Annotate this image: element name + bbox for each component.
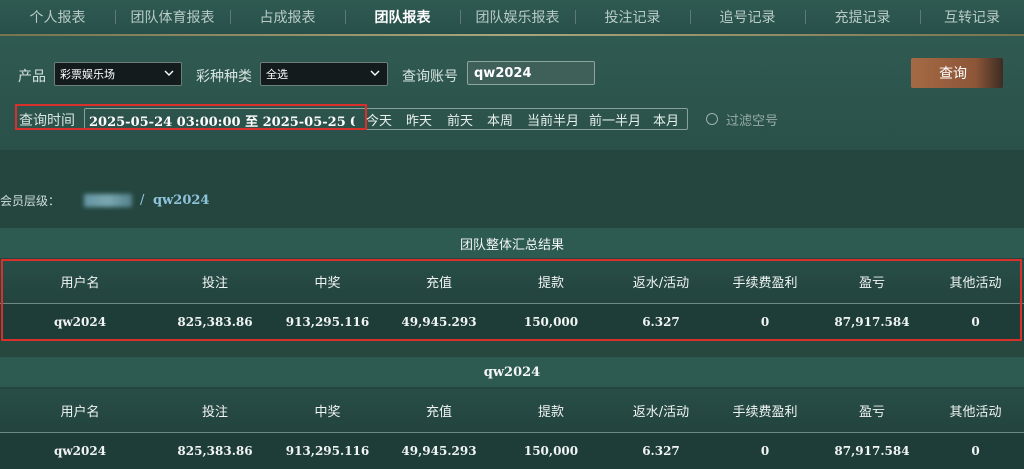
highlight-box-time bbox=[15, 104, 367, 130]
quick-date-day-before[interactable]: 前天 bbox=[447, 110, 473, 129]
lottery-type-select-value: 全选 bbox=[266, 68, 288, 81]
chevron-down-icon bbox=[370, 70, 380, 76]
detail-table-title: qw2024 bbox=[0, 357, 1024, 387]
tab-transfer-records[interactable]: 互转记录 bbox=[920, 0, 1024, 34]
breadcrumb-separator: / bbox=[140, 193, 145, 208]
tab-chase-records[interactable]: 追号记录 bbox=[690, 0, 805, 34]
tab-personal-report[interactable]: 个人报表 bbox=[0, 0, 115, 34]
quick-date-previous-half-month[interactable]: 前一半月 bbox=[589, 110, 641, 129]
filter-empty-radio[interactable] bbox=[706, 113, 718, 125]
product-select-value: 彩票娱乐场 bbox=[60, 68, 115, 81]
header-win: 中奖 bbox=[314, 404, 341, 420]
filter-empty-label: 过滤空号 bbox=[726, 114, 779, 129]
cell-bet: 825,383.86 bbox=[177, 444, 253, 458]
filter-panel bbox=[0, 36, 1024, 150]
header-profit-loss: 盈亏 bbox=[858, 404, 885, 420]
cell-username[interactable]: qw2024 bbox=[0, 433, 160, 469]
account-input[interactable]: qw2024 bbox=[467, 61, 595, 85]
tab-deposit-withdraw-records[interactable]: 充提记录 bbox=[805, 0, 920, 34]
quick-date-current-half-month[interactable]: 当前半月 bbox=[527, 110, 579, 129]
quick-date-today[interactable]: 今天 bbox=[366, 110, 392, 129]
cell-profit-loss: 87,917.584 bbox=[834, 444, 910, 458]
tab-bet-records[interactable]: 投注记录 bbox=[575, 0, 690, 34]
product-label: 产品 bbox=[18, 69, 46, 85]
chevron-down-icon bbox=[164, 70, 174, 76]
tab-team-sports-report[interactable]: 团队体育报表 bbox=[115, 0, 230, 34]
tab-team-report[interactable]: 团队报表 bbox=[345, 0, 460, 34]
highlight-box-summary bbox=[1, 259, 1022, 341]
cell-other-activity: 0 bbox=[971, 444, 980, 458]
table-row: qw2024 825,383.86 913,295.116 49,945.293… bbox=[0, 433, 1024, 469]
query-button[interactable]: 查询 bbox=[911, 58, 1003, 88]
account-label: 查询账号 bbox=[402, 69, 458, 85]
tab-team-entertainment-report[interactable]: 团队娱乐报表 bbox=[460, 0, 575, 34]
lottery-type-select[interactable]: 全选 bbox=[260, 62, 388, 86]
cell-fee-profit: 0 bbox=[760, 444, 770, 458]
quick-date-this-month[interactable]: 本月 bbox=[653, 110, 679, 129]
breadcrumb-current-user[interactable]: qw2024 bbox=[153, 193, 209, 208]
blurred-member-name bbox=[84, 194, 132, 207]
header-fee-profit: 手续费盈利 bbox=[732, 404, 798, 420]
quick-date-this-week[interactable]: 本周 bbox=[487, 110, 513, 129]
header-other-activity: 其他活动 bbox=[949, 404, 1002, 420]
table-gap bbox=[0, 341, 1024, 357]
tab-share-report[interactable]: 占成报表 bbox=[230, 0, 345, 34]
cell-deposit: 49,945.293 bbox=[401, 444, 477, 458]
product-select[interactable]: 彩票娱乐场 bbox=[54, 62, 182, 86]
cell-win: 913,295.116 bbox=[285, 444, 370, 458]
header-username: 用户名 bbox=[60, 404, 100, 420]
top-nav: 个人报表 团队体育报表 占成报表 团队报表 团队娱乐报表 投注记录 追号记录 充… bbox=[0, 0, 1024, 34]
header-withdraw: 提款 bbox=[537, 404, 564, 420]
header-rebate: 返水/活动 bbox=[632, 404, 690, 420]
quick-date-yesterday[interactable]: 昨天 bbox=[406, 110, 432, 129]
cell-withdraw: 150,000 bbox=[523, 444, 579, 458]
cell-rebate: 6.327 bbox=[642, 444, 680, 458]
member-level-label: 会员层级： bbox=[0, 193, 61, 208]
lottery-type-label: 彩种种类 bbox=[196, 69, 252, 85]
detail-table-header: 用户名 投注 中奖 充值 提款 返水/活动 手续费盈利 盈亏 其他活动 bbox=[0, 389, 1024, 431]
summary-table-title: 团队整体汇总结果 bbox=[0, 228, 1024, 258]
header-deposit: 充值 bbox=[425, 404, 452, 420]
header-bet: 投注 bbox=[201, 404, 228, 420]
